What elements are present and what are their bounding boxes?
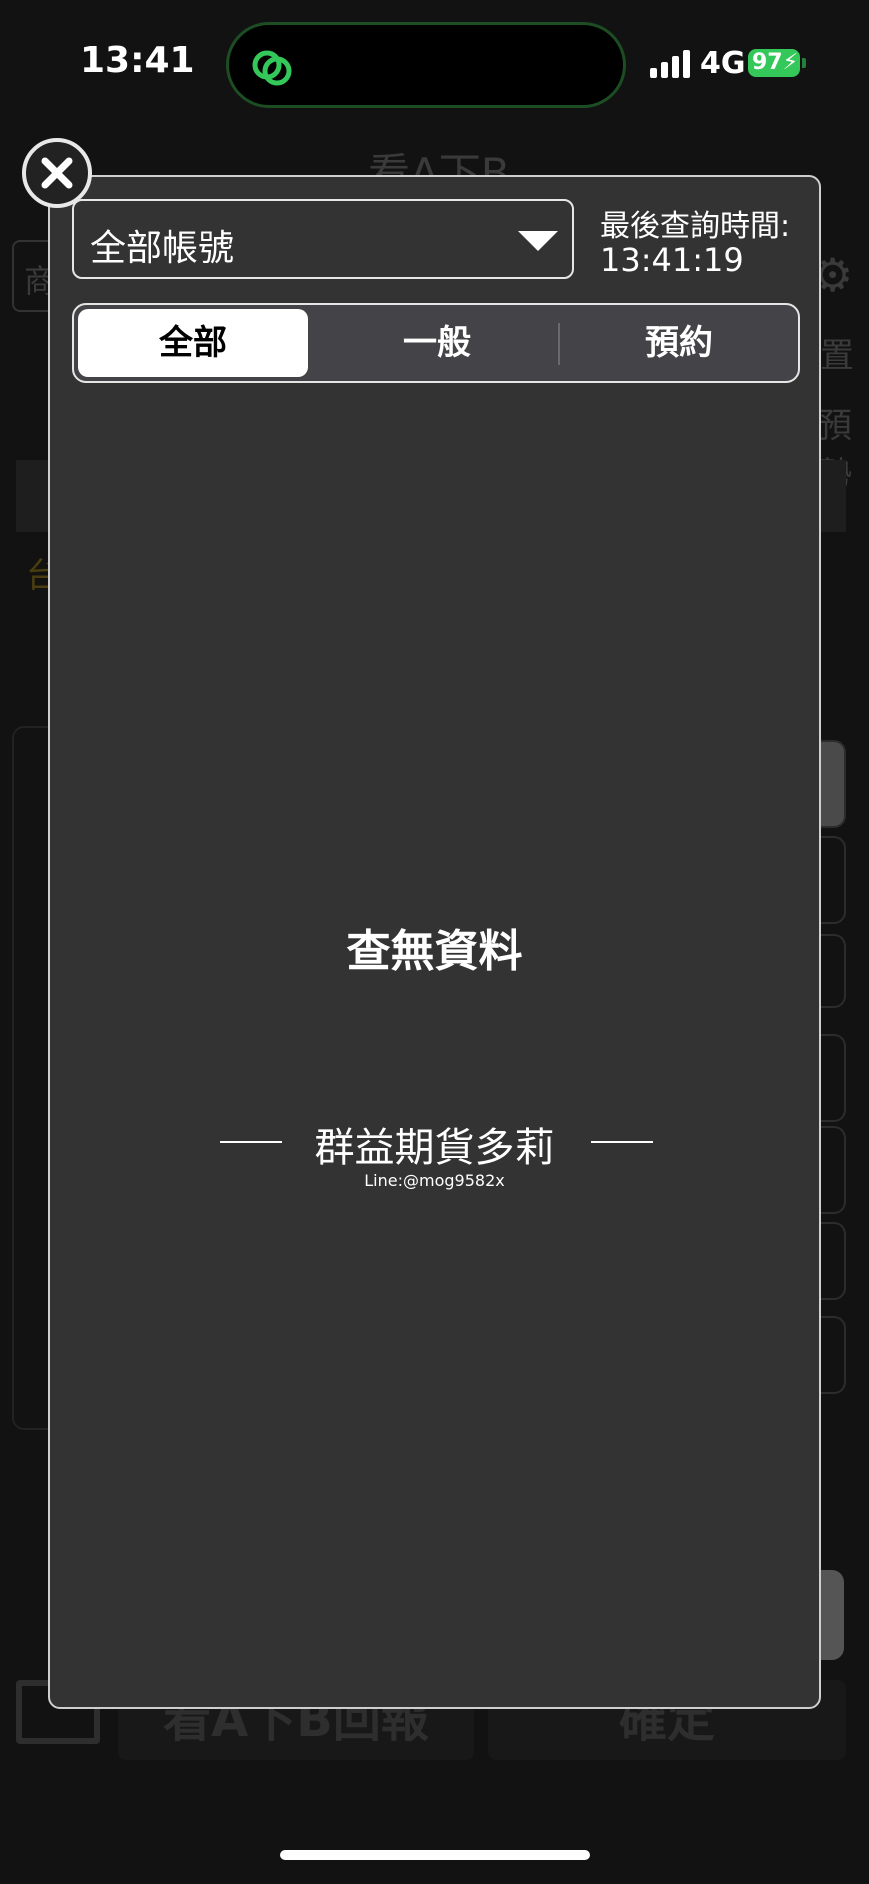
background-card [820, 1034, 846, 1122]
battery-indicator: 97⚡ [748, 49, 800, 77]
background-card [820, 1316, 846, 1394]
charging-icon: ⚡ [782, 50, 799, 75]
close-button[interactable] [22, 138, 92, 208]
background-button [818, 1570, 844, 1660]
background-card [820, 1126, 846, 1214]
last-query-time: 13:41:19 [600, 241, 744, 279]
link-icon [252, 50, 292, 86]
tab-all[interactable]: 全部 [78, 309, 308, 377]
battery-nub [802, 58, 806, 68]
dynamic-island[interactable] [226, 22, 626, 108]
order-query-modal: 全部帳號 最後查詢時間: 13:41:19 全部 一般 預約 查無資料 群益期貨… [48, 175, 821, 1709]
tab-divider [558, 323, 560, 365]
background-edge-text: 置 [820, 336, 854, 376]
cellular-signal-icon [650, 50, 694, 78]
watermark-title: 群益期貨多莉 [314, 1125, 555, 1171]
watermark-line-right [591, 1141, 653, 1143]
home-indicator[interactable] [280, 1850, 590, 1860]
filter-segmented-control: 全部 一般 預約 [72, 303, 800, 383]
background-card [820, 740, 846, 828]
tab-scheduled[interactable]: 預約 [564, 309, 794, 377]
battery-level: 97 [752, 50, 783, 75]
watermark-subtitle: Line:@mog9582x [364, 1171, 505, 1190]
close-icon [41, 157, 73, 189]
status-time: 13:41 [80, 40, 195, 81]
background-card [820, 934, 846, 1008]
tab-general[interactable]: 一般 [322, 309, 552, 377]
chevron-down-icon [518, 231, 558, 251]
last-query-label: 最後查詢時間: [600, 209, 791, 244]
background-card [820, 836, 846, 924]
network-type: 4G [700, 46, 746, 81]
account-dropdown[interactable]: 全部帳號 [72, 199, 574, 279]
background-card [820, 1222, 846, 1300]
empty-state-message: 查無資料 [346, 926, 523, 977]
account-dropdown-value: 全部帳號 [90, 228, 235, 269]
